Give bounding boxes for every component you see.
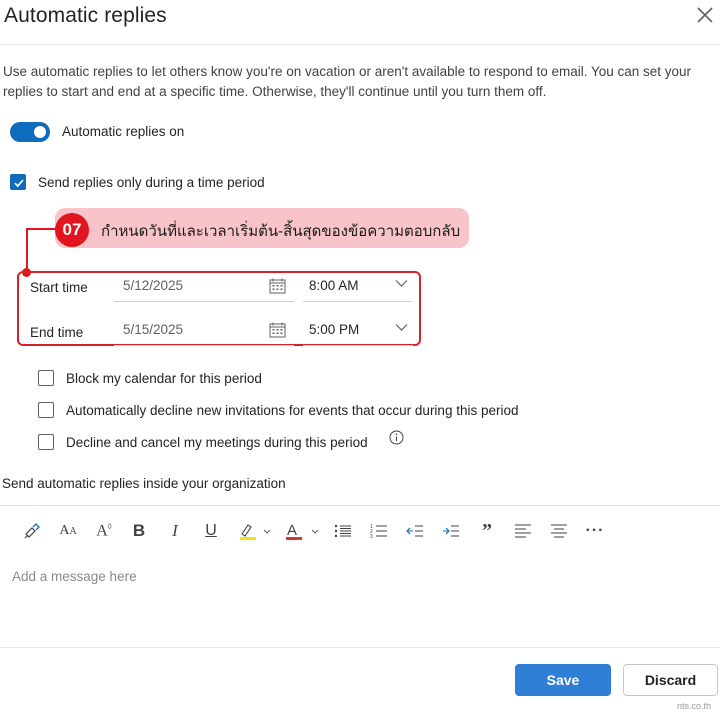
toggle-knob: [34, 126, 46, 138]
numbering-icon[interactable]: 123: [368, 514, 390, 548]
editor-divider: [0, 505, 720, 506]
annotation-connector-vertical: [26, 228, 28, 272]
time-period-checkbox[interactable]: [10, 174, 26, 190]
block-calendar-label: Block my calendar for this period: [66, 371, 262, 386]
decline-invitations-checkbox[interactable]: [38, 402, 54, 418]
format-painter-icon[interactable]: [20, 514, 44, 548]
start-date-field[interactable]: 5/12/2025: [114, 272, 294, 302]
end-date-field[interactable]: 5/15/2025: [114, 316, 294, 346]
annotation-connector: [26, 228, 56, 230]
underline-icon[interactable]: U: [200, 514, 222, 548]
message-editor[interactable]: Add a message here: [12, 569, 137, 584]
close-button[interactable]: [694, 4, 716, 26]
text-effects-icon[interactable]: A◊: [92, 514, 116, 548]
calendar-icon[interactable]: [269, 278, 286, 294]
start-time-value: 8:00 AM: [309, 278, 359, 293]
end-time-dropdown[interactable]: 5:00 PM: [303, 316, 413, 346]
bold-icon[interactable]: B: [128, 514, 150, 548]
decline-invitations-label: Automatically decline new invitations fo…: [66, 403, 519, 418]
quote-icon[interactable]: ”: [476, 514, 498, 548]
header-divider: [0, 44, 720, 45]
save-button[interactable]: Save: [515, 664, 611, 696]
info-icon[interactable]: [389, 430, 404, 445]
discard-button[interactable]: Discard: [623, 664, 718, 696]
font-size-icon[interactable]: AA: [56, 514, 80, 548]
end-date-value: 5/15/2025: [123, 322, 184, 337]
svg-text:3: 3: [370, 534, 373, 538]
dialog-description: Use automatic replies to let others know…: [3, 64, 692, 99]
align-left-icon[interactable]: [512, 514, 534, 548]
annotation-text: กำหนดวันที่และเวลาเริ่มต้น-สิ้นสุดของข้อ…: [101, 223, 461, 240]
decline-meetings-checkbox[interactable]: [38, 434, 54, 450]
time-period-label: Send replies only during a time period: [38, 175, 265, 190]
italic-icon[interactable]: I: [164, 514, 186, 548]
automatic-replies-label: Automatic replies on: [62, 124, 185, 139]
start-date-value: 5/12/2025: [123, 278, 184, 293]
chevron-down-icon: [395, 324, 408, 331]
start-time-label: Start time: [30, 280, 88, 295]
footer-divider: [0, 647, 720, 648]
close-icon: [697, 7, 713, 23]
start-time-dropdown[interactable]: 8:00 AM: [303, 272, 413, 302]
increase-indent-icon[interactable]: [440, 514, 462, 548]
automatic-replies-toggle[interactable]: [10, 122, 50, 142]
block-calendar-checkbox[interactable]: [38, 370, 54, 386]
font-color-icon[interactable]: A: [282, 514, 322, 548]
end-time-label: End time: [30, 325, 84, 340]
dialog-title: Automatic replies: [4, 4, 167, 27]
decrease-indent-icon[interactable]: [404, 514, 426, 548]
chevron-down-icon: [395, 280, 408, 287]
watermark: nts.co.th: [677, 701, 712, 711]
formatting-toolbar: AA A◊ B I U A 123 ” ···: [0, 514, 720, 548]
bullets-icon[interactable]: [332, 514, 354, 548]
step-number-badge: 07: [55, 213, 89, 247]
calendar-icon[interactable]: [269, 322, 286, 338]
highlight-icon[interactable]: [234, 514, 274, 548]
align-center-icon[interactable]: [548, 514, 570, 548]
inside-org-heading: Send automatic replies inside your organ…: [2, 476, 286, 491]
end-time-value: 5:00 PM: [309, 322, 360, 337]
decline-meetings-label: Decline and cancel my meetings during th…: [66, 435, 368, 450]
more-icon[interactable]: ···: [584, 514, 606, 548]
svg-text:A: A: [287, 522, 297, 539]
checkmark-icon: [14, 179, 24, 188]
